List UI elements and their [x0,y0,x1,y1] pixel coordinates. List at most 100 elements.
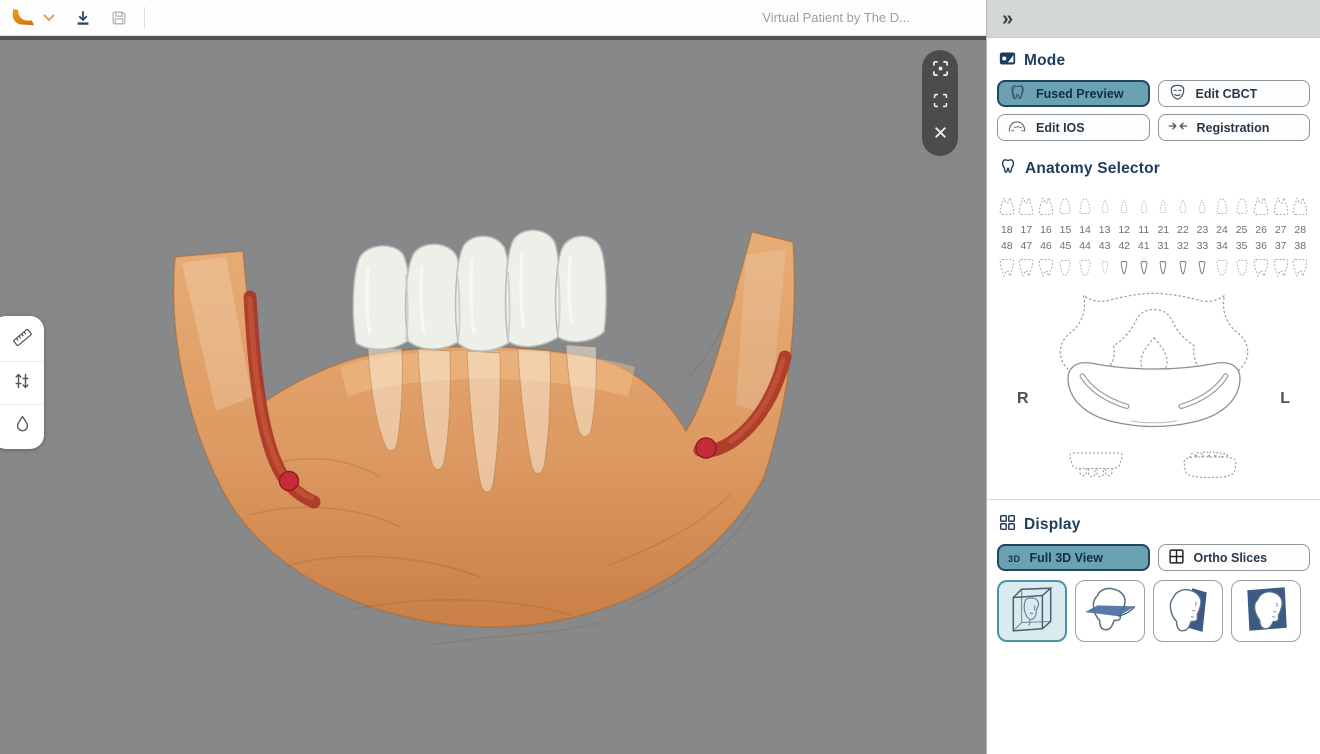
tooth-36-icon [1253,252,1269,284]
tooth-31-icon [1157,252,1169,284]
tooth-35-number: 35 [1236,240,1248,252]
tooth-46-icon [1038,252,1054,284]
tooth-23-icon [1196,188,1208,224]
droplet-icon [13,414,32,438]
canvas-tool-panel [0,316,44,449]
grid-icon [999,514,1016,536]
close-view-button[interactable] [926,122,954,148]
tooth-18-number: 18 [1001,224,1013,236]
mode-icon [999,50,1016,72]
tooth-18-icon [999,188,1015,224]
mode-section-header: Mode [999,50,1310,72]
tooth-23[interactable]: 23 [1193,188,1213,236]
tooth-31-present[interactable]: 31 [1154,240,1174,284]
tooth-34-icon [1215,252,1229,284]
tooth-16[interactable]: 16 [1036,188,1056,236]
fused-preview-icon [1008,83,1027,105]
tooth-27[interactable]: 27 [1271,188,1291,236]
tooth-46[interactable]: 46 [1036,240,1056,284]
tooth-13-number: 13 [1099,224,1111,236]
tooth-24[interactable]: 24 [1212,188,1232,236]
collapse-sidebar-icon[interactable]: » [1002,9,1013,29]
display-full-3d-view-button[interactable]: 3DFull 3D View [997,544,1150,571]
tooth-11-icon [1138,188,1150,224]
display-ortho-slices-button[interactable]: Ortho Slices [1158,544,1311,571]
edit-ios-icon [1007,119,1027,137]
tooth-27-number: 27 [1275,224,1287,236]
tooth-36[interactable]: 36 [1251,240,1271,284]
adjust-levels-tool-button[interactable] [0,361,44,404]
display-button-label: Full 3D View [1030,551,1103,565]
tooth-33-number: 33 [1197,240,1209,252]
tooth-28[interactable]: 28 [1290,188,1310,236]
tooth-21[interactable]: 21 [1154,188,1174,236]
mode-edit-ios-button[interactable]: Edit IOS [997,114,1150,141]
mode-registration-button[interactable]: Registration [1158,114,1311,141]
tooth-12[interactable]: 12 [1114,188,1134,236]
axial-slice-view-button[interactable] [1075,580,1145,642]
main-column: Virtual Patient by The D... [0,0,986,754]
save-button[interactable] [106,5,132,31]
fullscreen-icon [932,92,949,114]
tooth-35[interactable]: 35 [1232,240,1252,284]
upper-teeth-row: 18 1716 1514 131211212223242526 2728 [997,188,1310,236]
mode-fused-preview-button[interactable]: Fused Preview [997,80,1150,107]
opacity-tool-button[interactable] [0,404,44,447]
view-coronal-icon [1161,585,1215,638]
tooth-22[interactable]: 22 [1173,188,1193,236]
tooth-33-present[interactable]: 33 [1193,240,1213,284]
mandible-outline[interactable] [1068,363,1240,427]
tooth-41-present[interactable]: 41 [1134,240,1154,284]
coronal-slice-view-button[interactable] [1153,580,1223,642]
3d-viewport[interactable] [0,40,986,754]
view-sagittal-icon [1239,585,1293,638]
tooth-11[interactable]: 11 [1134,188,1154,236]
chevron-down-icon[interactable] [42,5,56,31]
fullscreen-button[interactable] [926,90,954,116]
full-3d-cube-view-button[interactable] [997,580,1067,642]
tooth-42-number: 42 [1118,240,1130,252]
tooth-32-present[interactable]: 32 [1173,240,1193,284]
upper-jaw-icon[interactable] [1067,450,1125,489]
tooth-44[interactable]: 44 [1075,240,1095,284]
mode-edit-cbct-button[interactable]: Edit CBCT [1158,80,1311,107]
tooth-26-number: 26 [1255,224,1267,236]
edit-cbct-icon [1168,83,1187,105]
tooth-25[interactable]: 25 [1232,188,1252,236]
tooth-13[interactable]: 13 [1095,188,1115,236]
tooth-16-number: 16 [1040,224,1052,236]
tooth-26-icon [1253,188,1269,224]
download-button[interactable] [70,5,96,31]
tooth-34[interactable]: 34 [1212,240,1232,284]
tooth-18[interactable]: 18 [997,188,1017,236]
left-side-label: L [1280,390,1290,408]
tooth-37[interactable]: 37 [1271,240,1291,284]
tooth-38[interactable]: 38 [1290,240,1310,284]
mode-button-label: Edit CBCT [1196,87,1258,101]
tooth-35-icon [1235,252,1249,284]
tooth-32-icon [1177,252,1189,284]
tooth-42-present[interactable]: 42 [1114,240,1134,284]
3d-model-mandible[interactable] [130,215,810,675]
app-logo-menu[interactable] [10,5,56,31]
tooth-17[interactable]: 17 [1017,188,1037,236]
tooth-25-icon [1235,188,1249,224]
registration-icon [1168,119,1188,136]
tooth-43-icon [1099,252,1111,284]
lower-jaw-icon[interactable] [1179,450,1241,489]
tooth-46-number: 46 [1040,240,1052,252]
tooth-45[interactable]: 45 [1056,240,1076,284]
measure-tool-button[interactable] [0,318,44,361]
center-model-button[interactable] [926,58,954,84]
viewport-controls [922,50,958,156]
tooth-43[interactable]: 43 [1095,240,1115,284]
tooth-14-number: 14 [1079,224,1091,236]
tooth-14[interactable]: 14 [1075,188,1095,236]
sagittal-slice-view-button[interactable] [1231,580,1301,642]
tooth-26[interactable]: 26 [1251,188,1271,236]
tooth-47[interactable]: 47 [1017,240,1037,284]
tooth-45-icon [1058,252,1072,284]
right-sidebar: » Mode Fused Preview Edit CBCT Edit IOS Reg… [986,0,1320,754]
tooth-15[interactable]: 15 [1056,188,1076,236]
tooth-48[interactable]: 48 [997,240,1017,284]
